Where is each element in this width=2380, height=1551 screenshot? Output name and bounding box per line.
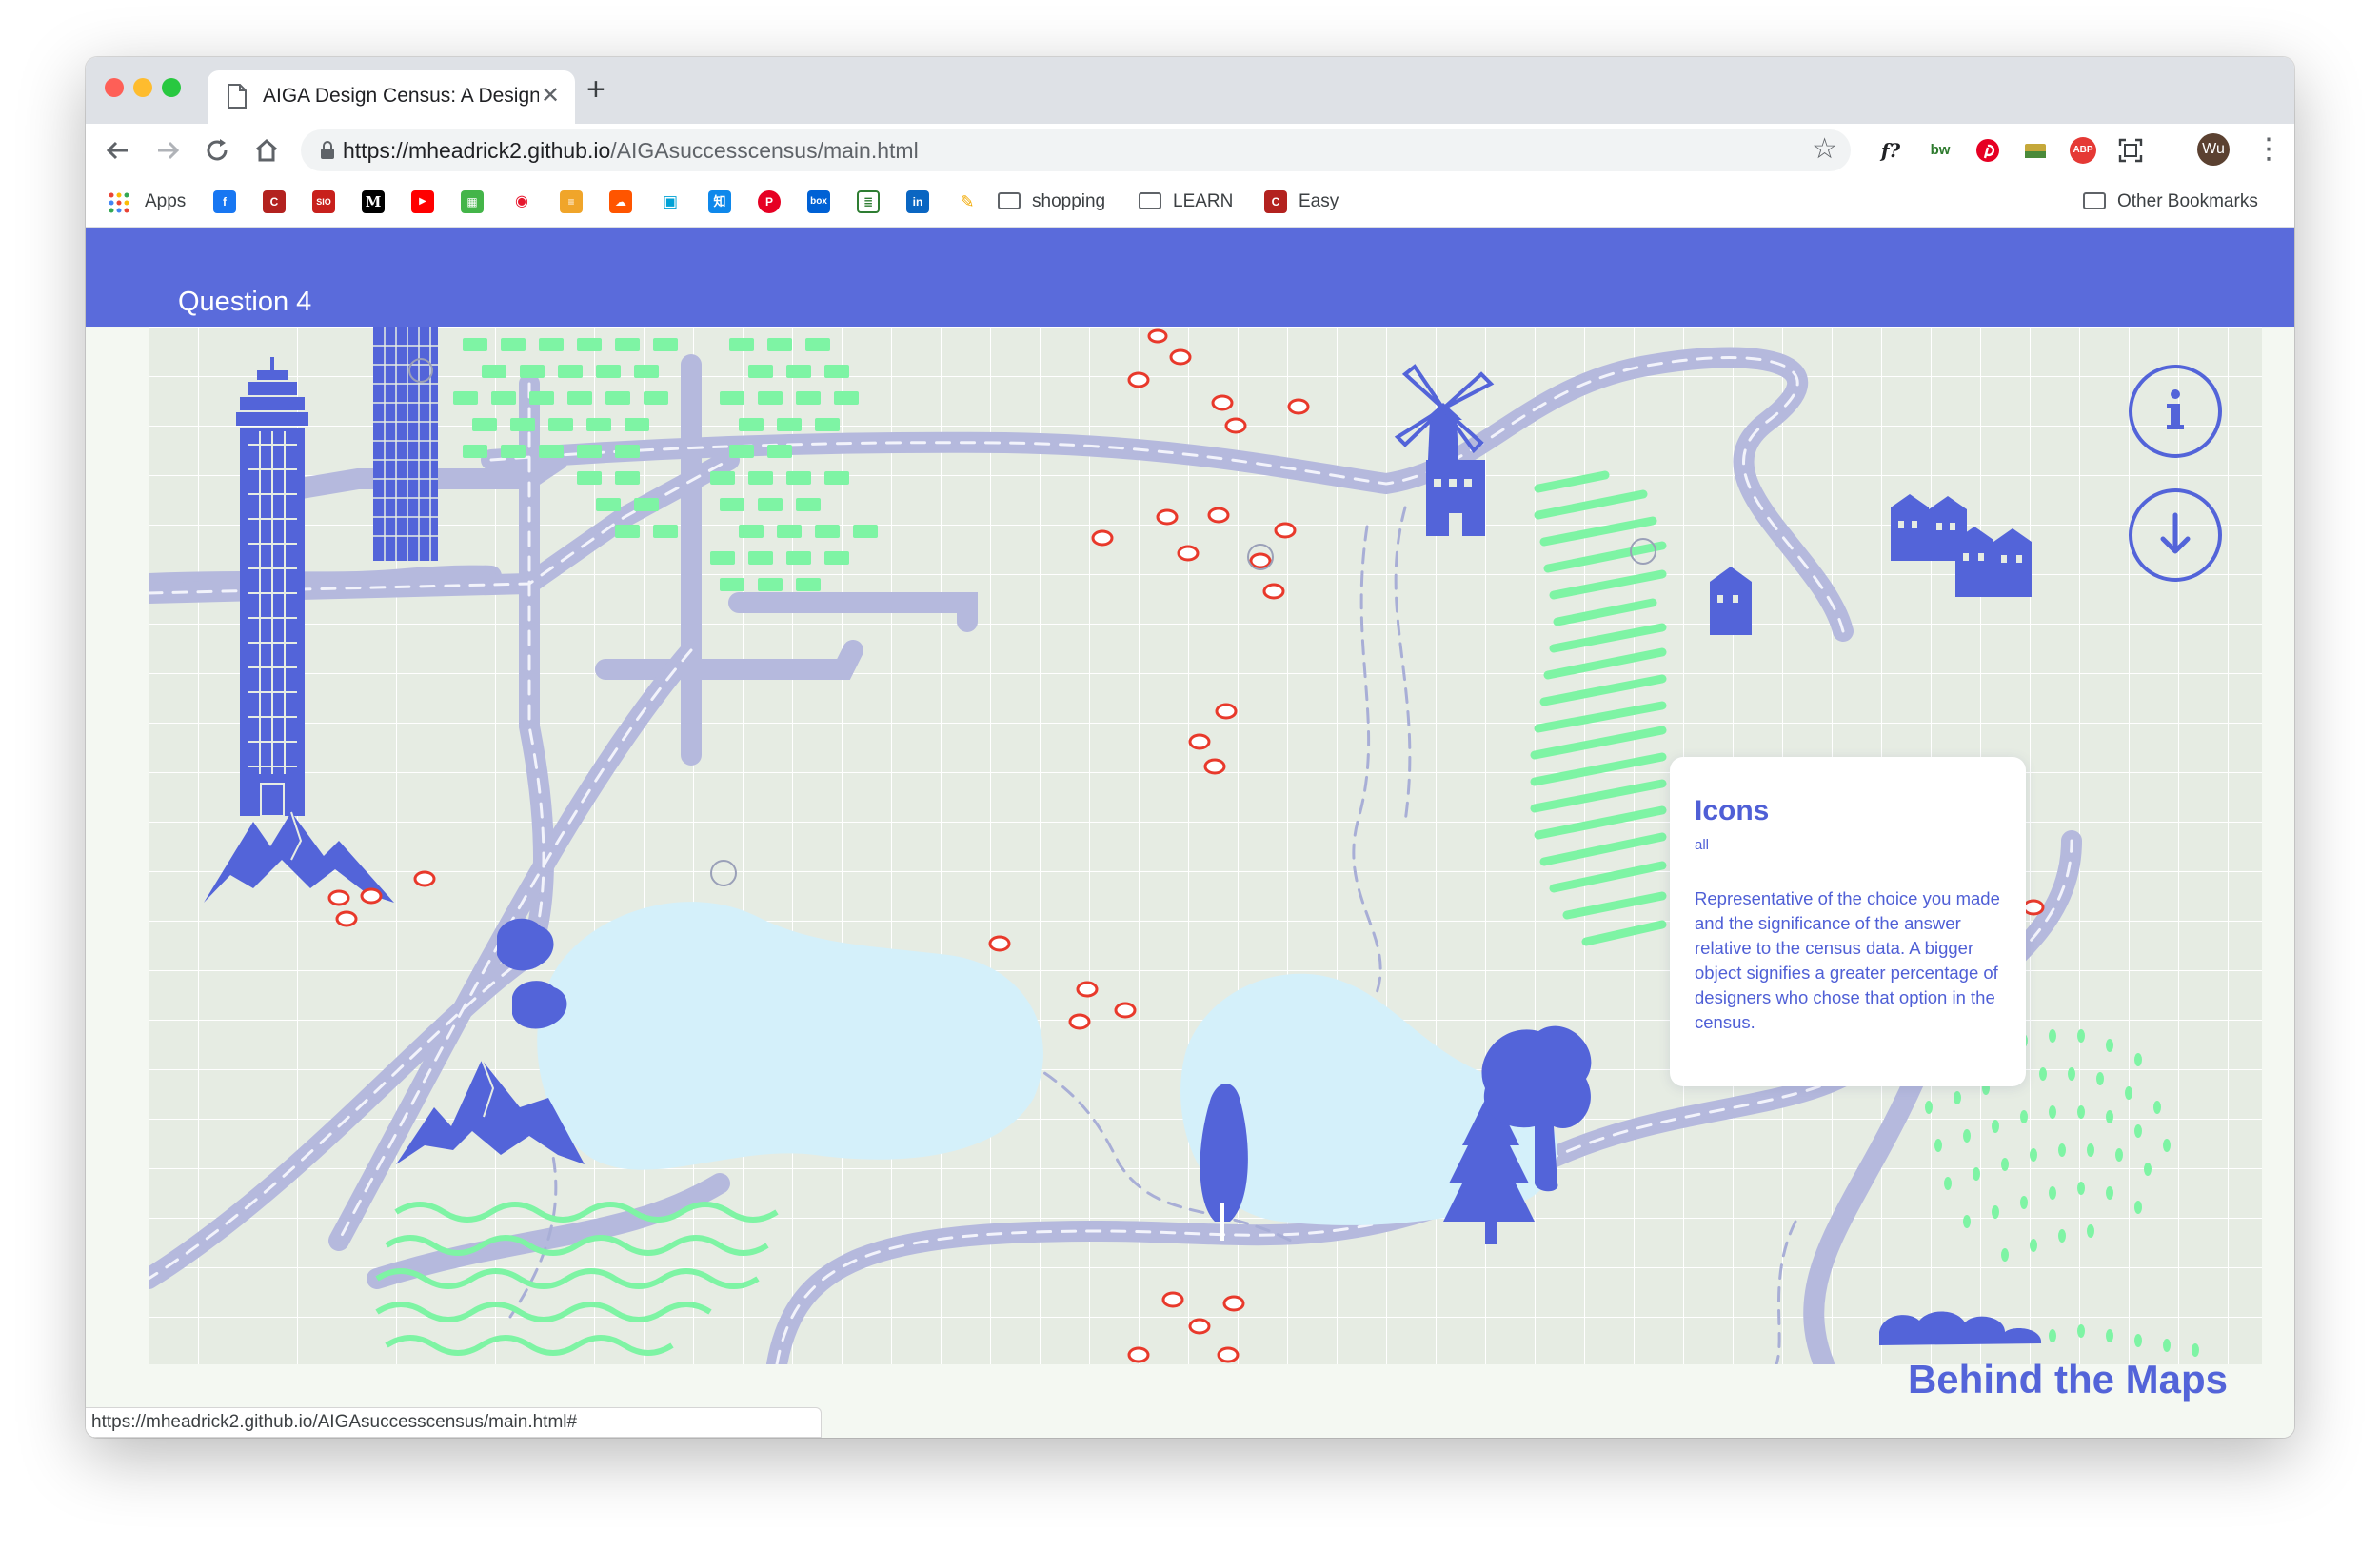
app-icon[interactable]: ▦: [461, 190, 484, 213]
bookmark-easy[interactable]: Easy: [1299, 190, 1339, 213]
feed-icon[interactable]: ≡: [560, 190, 583, 213]
sio-icon[interactable]: SIO: [312, 190, 335, 213]
home-icon[interactable]: [248, 131, 286, 169]
close-tab-icon[interactable]: ✕: [541, 83, 560, 109]
document-icon: [228, 84, 247, 109]
tooltip-body: Representative of the choice you made an…: [1695, 888, 2000, 1032]
bookmark-folder-other[interactable]: Other Bookmarks: [2083, 190, 2258, 213]
youtube-icon[interactable]: ▶: [411, 190, 434, 213]
tooltip-title: Icons: [1695, 795, 1770, 826]
c-icon: C: [1264, 190, 1287, 213]
info-icon: [2167, 389, 2184, 429]
arrow-down-icon: [2160, 512, 2191, 554]
browser-tab[interactable]: AIGA Design Census: A Design ✕: [208, 70, 575, 124]
forward-icon[interactable]: [149, 131, 187, 169]
folder-icon: [998, 192, 1021, 209]
tab-title: AIGA Design Census: A Design: [263, 85, 539, 107]
facebook-icon[interactable]: f: [213, 190, 236, 213]
page-content: Question 4 Icons all Representative of t…: [86, 228, 2294, 1438]
address-bar[interactable]: https://mheadrick2.github.io/AIGAsuccess…: [301, 129, 1851, 171]
new-tab-button[interactable]: +: [586, 72, 605, 107]
weibo-icon[interactable]: ◉: [510, 190, 533, 213]
bookmark-star-icon[interactable]: ☆: [1812, 133, 1837, 166]
status-bar-url: https://mheadrick2.github.io/AIGAsuccess…: [86, 1407, 822, 1438]
zhihu-icon[interactable]: 知: [708, 190, 731, 213]
maximize-window-button[interactable]: [162, 78, 181, 97]
profile-avatar[interactable]: Wu: [2197, 133, 2230, 166]
lock-icon: [321, 141, 334, 159]
book-icon[interactable]: ≣: [857, 190, 880, 213]
bookmark-icon[interactable]: ✎: [956, 190, 979, 213]
url-host: https://mheadrick2.github.io: [343, 138, 611, 163]
bookmark-label: LEARN: [1173, 191, 1234, 211]
adblock-plus-icon[interactable]: ABP: [2070, 137, 2096, 164]
linkedin-icon[interactable]: in: [906, 190, 929, 213]
more-menu-icon[interactable]: ⋮: [2254, 133, 2283, 166]
folder-icon: [2083, 192, 2106, 209]
url-text: https://mheadrick2.github.io/AIGAsuccess…: [343, 138, 919, 164]
info-tooltip: Icons all Representative of the choice y…: [1670, 757, 2026, 1086]
bookmarks-bar: Apps f C SIO M ▶ ▦ ◉ ≡ ☁ ▣ 知 P box ≣ in …: [86, 177, 2294, 228]
behind-the-maps-link[interactable]: Behind the Maps: [1908, 1357, 2228, 1402]
url-path: /AIGAsuccesscensus/main.html: [610, 138, 919, 163]
box-icon[interactable]: box: [807, 190, 830, 213]
download-button[interactable]: [2129, 488, 2222, 582]
folder-extension-icon[interactable]: [2022, 137, 2049, 164]
soundcloud-icon[interactable]: ☁: [609, 190, 632, 213]
apps-grid-icon[interactable]: [109, 192, 129, 213]
c-icon[interactable]: C: [263, 190, 286, 213]
bw-extension-icon[interactable]: bw: [1927, 137, 1954, 164]
pinterest-extension-icon[interactable]: [1974, 137, 2001, 164]
tooltip-subtitle: all: [1695, 837, 1710, 853]
skyscraper-icon[interactable]: [373, 327, 438, 561]
pinterest-icon[interactable]: P: [758, 190, 781, 213]
reload-icon[interactable]: [198, 131, 236, 169]
bookmark-apps[interactable]: Apps: [145, 190, 186, 213]
browser-window: AIGA Design Census: A Design ✕ + https:/…: [86, 57, 2294, 1438]
bookmark-folder-learn[interactable]: LEARN: [1139, 190, 1233, 213]
bookmark-folder-shopping[interactable]: shopping: [998, 190, 1105, 213]
tab-bar: AIGA Design Census: A Design ✕ +: [86, 57, 2294, 124]
toolbar: https://mheadrick2.github.io/AIGAsuccess…: [86, 124, 2294, 177]
medium-icon[interactable]: M: [362, 190, 385, 213]
question-title: Question 4: [178, 287, 312, 317]
back-icon[interactable]: [99, 131, 137, 169]
font-finder-extension-icon[interactable]: f?: [1877, 137, 1904, 164]
info-button[interactable]: [2129, 365, 2222, 458]
screenshot-extension-icon[interactable]: [2117, 137, 2144, 164]
close-window-button[interactable]: [105, 78, 124, 97]
bilibili-icon[interactable]: ▣: [659, 190, 682, 213]
folder-icon: [1139, 192, 1161, 209]
bookmark-label: shopping: [1032, 191, 1106, 211]
minimize-window-button[interactable]: [133, 78, 152, 97]
bookmark-label: Other Bookmarks: [2117, 191, 2258, 211]
page-header: Question 4: [86, 228, 2294, 327]
